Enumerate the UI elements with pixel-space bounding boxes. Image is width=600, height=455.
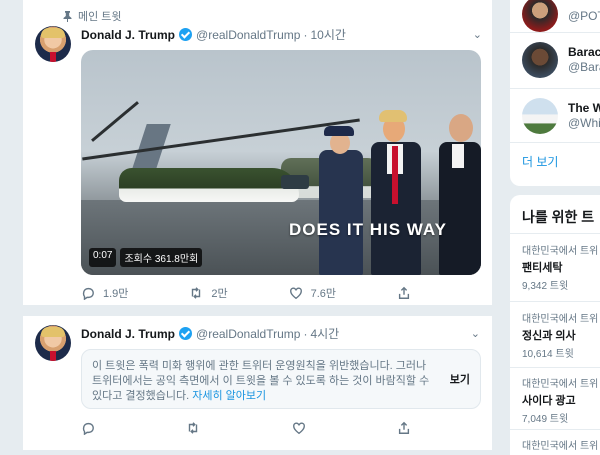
trend-name[interactable]: 정신과 의사 bbox=[522, 327, 600, 343]
like-button[interactable]: 7.6만 bbox=[289, 285, 336, 301]
officer-figure bbox=[319, 150, 363, 275]
avatar[interactable] bbox=[522, 98, 558, 134]
suggestion-handle: @Whi bbox=[568, 116, 600, 130]
pinned-label-row: 메인 트윗 bbox=[63, 8, 122, 24]
trend-item[interactable]: 대한민국에서 트위 사이다 광고 7,049 트윗 bbox=[522, 375, 600, 425]
separator-dot: · bbox=[303, 27, 308, 42]
officer-cap bbox=[324, 126, 354, 136]
tweet-actions: 1.9만 2만 7.6만 bbox=[81, 285, 411, 301]
trend-location: 대한민국에서 트위 bbox=[522, 379, 599, 390]
share-icon bbox=[398, 286, 410, 299]
divider bbox=[510, 233, 600, 234]
avatar[interactable] bbox=[35, 26, 71, 62]
handle[interactable]: @realDonaldTrump bbox=[196, 28, 300, 42]
like-count: 7.6만 bbox=[310, 288, 337, 300]
trend-name[interactable]: 팬티세탁 bbox=[522, 259, 600, 275]
avatar[interactable] bbox=[35, 325, 71, 361]
trend-name[interactable]: 사이다 광고 bbox=[522, 392, 600, 408]
pinned-label: 메인 트윗 bbox=[78, 11, 122, 23]
avatar[interactable] bbox=[522, 0, 558, 32]
helicopter bbox=[119, 168, 299, 202]
suggestion-name[interactable]: The W bbox=[568, 101, 600, 115]
president-tie bbox=[392, 146, 398, 204]
tweet-actions bbox=[81, 421, 411, 435]
policy-notice: 이 트윗은 폭력 미화 행위에 관한 트위터 운영원칙을 위반했습니다. 그러나… bbox=[81, 349, 481, 409]
trend-count: 7,049 트윗 bbox=[522, 414, 569, 425]
reply-count: 1.9만 bbox=[103, 288, 129, 300]
trend-count: 9,342 트윗 bbox=[522, 281, 569, 292]
divider bbox=[510, 88, 600, 89]
like-button[interactable] bbox=[292, 421, 306, 435]
suggestion-handle: @POT bbox=[568, 9, 600, 23]
trend-location: 대한민국에서 트위 bbox=[522, 246, 599, 257]
who-to-follow-panel: @POT Barac @Bara The W @Whi 더 보기 bbox=[510, 0, 600, 186]
like-icon bbox=[289, 287, 302, 300]
timeline: 메인 트윗 Donald J. Trump @realDonaldTrump ·… bbox=[22, 0, 493, 450]
show-more-link[interactable]: 더 보기 bbox=[522, 153, 558, 170]
separator-dot: · bbox=[303, 326, 308, 341]
suggestion-handle: @Bara bbox=[568, 60, 600, 74]
retweet-count: 2만 bbox=[211, 288, 228, 300]
share-icon bbox=[398, 421, 410, 434]
trends-title: 나를 위한 트 bbox=[522, 209, 595, 225]
divider bbox=[510, 301, 600, 302]
trend-item[interactable]: 대한민국에서 트위 정신과 의사 10,614 트윗 bbox=[522, 310, 600, 360]
agent-shirt bbox=[452, 144, 464, 168]
helicopter-rotor bbox=[82, 118, 360, 161]
divider bbox=[510, 367, 600, 368]
reply-icon bbox=[82, 287, 94, 300]
tweet-header: Donald J. Trump @realDonaldTrump · 10시간 bbox=[81, 26, 346, 43]
pinned-tweet[interactable]: 메인 트윗 Donald J. Trump @realDonaldTrump ·… bbox=[23, 0, 492, 306]
retweet-button[interactable]: 2만 bbox=[189, 285, 228, 301]
agent-head bbox=[449, 114, 473, 142]
helicopter-window bbox=[281, 175, 309, 189]
tweet-gap bbox=[23, 306, 492, 315]
video-views: 조회수 361.8만회 bbox=[120, 248, 203, 267]
display-name[interactable]: Donald J. Trump bbox=[81, 327, 175, 341]
divider bbox=[510, 32, 600, 33]
verified-icon bbox=[179, 327, 193, 340]
divider bbox=[510, 429, 600, 430]
reply-icon bbox=[82, 422, 94, 435]
trend-location: 대한민국에서 트위 bbox=[522, 314, 599, 325]
notice-text-block: 이 트윗은 폭력 미화 행위에 관한 트위터 운영원칙을 위반했습니다. 그러나… bbox=[92, 359, 432, 404]
helicopter-rotor-blade bbox=[91, 101, 139, 142]
share-button[interactable] bbox=[397, 285, 411, 301]
retweet-icon bbox=[189, 422, 198, 434]
verified-icon bbox=[179, 28, 193, 41]
reply-button[interactable]: 1.9만 bbox=[81, 285, 128, 301]
president-hair bbox=[379, 110, 407, 122]
pin-icon bbox=[63, 10, 72, 22]
like-icon bbox=[292, 422, 305, 435]
timestamp[interactable]: 4시간 bbox=[310, 325, 339, 342]
retweet-button[interactable] bbox=[186, 421, 200, 435]
video-player[interactable]: DOES IT HIS WAY 0:07 조회수 361.8만회 bbox=[81, 50, 481, 275]
chevron-down-icon[interactable]: ⌄ bbox=[473, 28, 482, 41]
learn-more-link[interactable]: 자세히 알아보기 bbox=[192, 390, 266, 402]
display-name[interactable]: Donald J. Trump bbox=[81, 28, 175, 42]
tweet-header: Donald J. Trump @realDonaldTrump · 4시간 bbox=[81, 325, 339, 342]
divider bbox=[510, 142, 600, 143]
video-duration: 0:07 bbox=[89, 248, 117, 267]
trend-count: 10,614 트윗 bbox=[522, 349, 574, 360]
trends-panel: 나를 위한 트 대한민국에서 트위 팬티세탁 9,342 트윗 대한민국에서 트… bbox=[510, 195, 600, 455]
timestamp[interactable]: 10시간 bbox=[310, 26, 345, 43]
view-button[interactable]: 보기 bbox=[450, 373, 470, 388]
suggestion-name[interactable]: Barac bbox=[568, 45, 600, 59]
avatar[interactable] bbox=[522, 42, 558, 78]
trend-item[interactable]: 대한민국에서 트위 팬티세탁 9,342 트윗 bbox=[522, 242, 600, 292]
handle[interactable]: @realDonaldTrump bbox=[196, 327, 300, 341]
video-badges: 0:07 조회수 361.8만회 bbox=[89, 248, 203, 267]
chevron-down-icon[interactable]: ⌄ bbox=[471, 327, 480, 340]
reply-button[interactable] bbox=[81, 421, 95, 435]
share-button[interactable] bbox=[397, 421, 411, 435]
retweet-icon bbox=[192, 287, 201, 299]
video-overlay-text: DOES IT HIS WAY bbox=[289, 220, 447, 239]
